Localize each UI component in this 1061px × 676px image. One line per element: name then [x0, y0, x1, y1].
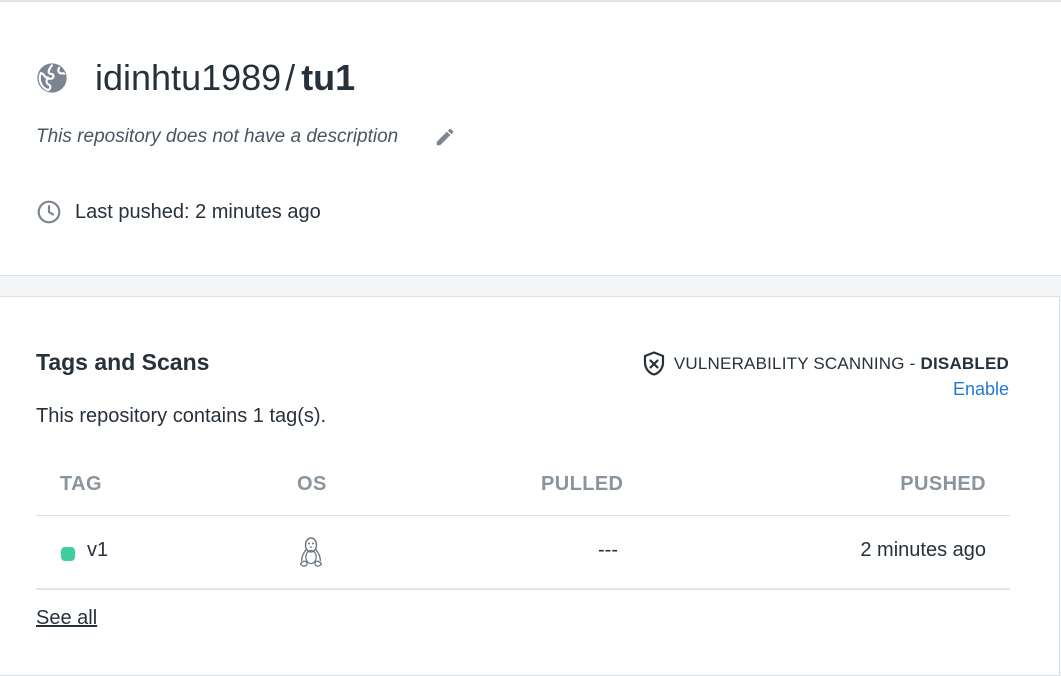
table-row[interactable]: v1 --- 2 minutes ago: [36, 516, 1010, 590]
tag-count-text: This repository contains 1 tag(s).: [36, 405, 327, 427]
repository-description: This repository does not have a descript…: [36, 126, 399, 147]
tag-pulled: ---: [598, 539, 618, 561]
repository-title: idinhtu1989 / tu1: [36, 56, 355, 100]
vulnerability-scanning-label: VULNERABILITY SCANNING -: [673, 354, 916, 373]
linux-tux-icon: [299, 537, 323, 567]
repository-namespace: idinhtu1989: [95, 57, 282, 98]
see-all-link[interactable]: See all: [36, 607, 97, 630]
repository-header: idinhtu1989 / tu1 This repository does n…: [0, 0, 1061, 276]
globe-icon: [37, 63, 67, 93]
pencil-icon[interactable]: [434, 126, 456, 148]
enable-scanning-link[interactable]: Enable: [953, 379, 1009, 400]
tags-and-scans-card: Tags and Scans VULNERABILITY SCANNING - …: [0, 296, 1060, 676]
column-header-os[interactable]: OS: [297, 473, 327, 496]
tags-table: TAG OS PULLED PUSHED v1 --- 2 minutes ag…: [36, 455, 1010, 590]
column-header-pulled[interactable]: PULLED: [541, 473, 623, 496]
vulnerability-scanning-value: DISABLED: [920, 354, 1009, 373]
table-header: TAG OS PULLED PUSHED: [36, 455, 1010, 516]
title-separator: /: [285, 57, 296, 98]
last-pushed-row: Last pushed: 2 minutes ago: [36, 198, 321, 226]
column-header-pushed[interactable]: PUSHED: [900, 473, 986, 496]
shield-x-icon: [643, 351, 664, 376]
tag-pushed: 2 minutes ago: [860, 539, 986, 561]
last-pushed-text: Last pushed: 2 minutes ago: [75, 200, 321, 223]
tags-section-title: Tags and Scans: [36, 349, 210, 375]
repository-name: tu1: [301, 57, 356, 98]
description-row: This repository does not have a descript…: [36, 123, 456, 151]
column-header-tag[interactable]: TAG: [60, 473, 102, 496]
tag-name[interactable]: v1: [87, 539, 108, 562]
vulnerability-scanning-status: VULNERABILITY SCANNING - DISABLED: [642, 351, 1009, 377]
clock-icon: [37, 200, 61, 224]
tag-status-dot: [61, 547, 75, 561]
